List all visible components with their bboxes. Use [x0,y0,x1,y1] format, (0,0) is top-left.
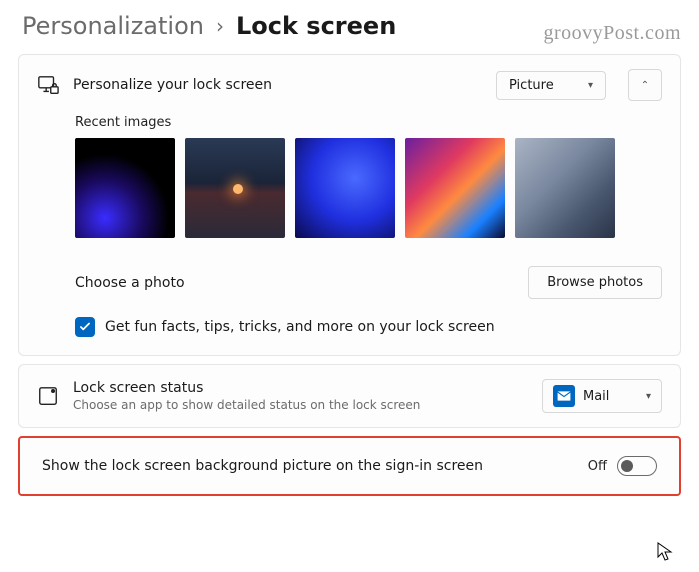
status-subtitle: Choose an app to show detailed status on… [73,398,528,412]
chevron-up-icon: ⌃ [641,80,649,91]
signin-toggle-state: Off [588,459,607,474]
chevron-down-icon: ▾ [646,391,651,402]
personalize-body: Recent images Choose a photo Browse phot… [19,115,680,355]
lock-screen-status-card: Lock screen status Choose an app to show… [18,364,681,428]
recent-images-label: Recent images [75,115,662,130]
fun-facts-label: Get fun facts, tips, tricks, and more on… [105,319,495,335]
status-app-value: Mail [583,389,609,404]
status-app-icon [37,385,59,407]
monitor-lock-icon [37,74,59,96]
recent-images-list [75,138,662,238]
personalize-title: Personalize your lock screen [73,77,482,93]
watermark: groovyPost.com [543,22,681,45]
collapse-section-button[interactable]: ⌃ [628,69,662,101]
toggle-knob [621,460,633,472]
choose-photo-label: Choose a photo [75,275,185,291]
mail-icon [553,385,575,407]
recent-image-thumb[interactable] [515,138,615,238]
recent-image-thumb[interactable] [295,138,395,238]
personalize-card: Personalize your lock screen Picture ▾ ⌃… [18,54,681,356]
recent-image-thumb[interactable] [75,138,175,238]
recent-image-thumb[interactable] [185,138,285,238]
signin-background-label: Show the lock screen background picture … [42,458,588,474]
chevron-down-icon: ▾ [588,80,593,91]
fun-facts-checkbox[interactable] [75,317,95,337]
personalize-header-row: Personalize your lock screen Picture ▾ ⌃ [19,55,680,115]
signin-background-card: Show the lock screen background picture … [18,436,681,496]
cursor-icon [657,542,673,562]
recent-image-thumb[interactable] [405,138,505,238]
browse-photos-button[interactable]: Browse photos [528,266,662,299]
status-app-select[interactable]: Mail ▾ [542,379,662,413]
background-mode-select[interactable]: Picture ▾ [496,71,606,100]
chevron-right-icon: › [216,14,224,38]
page-title: Lock screen [236,12,396,40]
status-title: Lock screen status [73,380,528,396]
signin-background-toggle[interactable] [617,456,657,476]
breadcrumb-parent[interactable]: Personalization [22,12,204,40]
background-mode-value: Picture [509,78,554,93]
